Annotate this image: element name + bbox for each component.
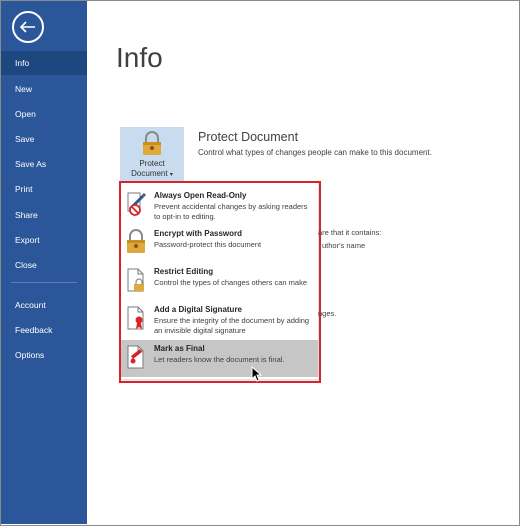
- menu-item-title: Always Open Read-Only: [154, 191, 247, 200]
- nav-save-as[interactable]: Save As: [1, 152, 87, 176]
- protect-label-line2: Document ▾: [131, 169, 173, 178]
- menu-item-title: Mark as Final: [154, 344, 205, 353]
- nav-feedback[interactable]: Feedback: [1, 318, 87, 342]
- back-arrow-icon: [20, 21, 35, 33]
- nav-options[interactable]: Options: [1, 343, 87, 367]
- page-title: Info: [116, 42, 163, 73]
- nav-save[interactable]: Save: [1, 127, 87, 151]
- menu-item-encrypt-with-password[interactable]: Encrypt with Password Password-protect t…: [121, 225, 318, 262]
- nav-print[interactable]: Print: [1, 177, 87, 201]
- menu-item-restrict-editing[interactable]: Restrict Editing Control the types of ch…: [121, 263, 318, 300]
- nav-account[interactable]: Account: [1, 293, 87, 317]
- read-only-icon: [127, 192, 147, 216]
- nav-divider: [11, 282, 77, 283]
- digital-signature-icon: [127, 306, 144, 330]
- nav-share[interactable]: Share: [1, 203, 87, 227]
- menu-item-mark-as-final[interactable]: Mark as Final Let readers know the docum…: [121, 340, 318, 377]
- mouse-cursor-icon: [251, 366, 263, 382]
- nav-info[interactable]: Info: [1, 51, 87, 75]
- menu-item-description: Prevent accidental changes by asking rea…: [154, 202, 308, 221]
- menu-item-always-open-read-only[interactable]: Always Open Read-Only Prevent accidental…: [121, 187, 318, 224]
- menu-item-title: Add a Digital Signature: [154, 305, 243, 314]
- nav-export[interactable]: Export: [1, 228, 87, 252]
- partial-text-1: are that it contains:: [318, 228, 382, 237]
- nav-close[interactable]: Close: [1, 253, 87, 277]
- protect-description: Control what types of changes people can…: [198, 148, 432, 157]
- dropdown-caret-icon: ▾: [169, 172, 173, 178]
- nav-open[interactable]: Open: [1, 102, 87, 126]
- back-button[interactable]: [12, 11, 44, 43]
- menu-item-description: Ensure the integrity of the document by …: [154, 316, 310, 335]
- menu-item-title: Encrypt with Password: [154, 229, 243, 238]
- backstage-sidebar: Info New Open Save Save As Print Share E…: [1, 1, 87, 524]
- protect-heading: Protect Document: [198, 130, 299, 144]
- mark-final-icon: [127, 345, 144, 369]
- partial-text-3: nges.: [318, 309, 337, 318]
- lock-key-icon: [127, 229, 145, 253]
- protect-document-menu: Always Open Read-Only Prevent accidental…: [121, 183, 318, 379]
- menu-item-description: Password-protect this document: [154, 240, 262, 249]
- lock-key-icon: [143, 131, 161, 155]
- protect-label-line1: Protect: [139, 159, 165, 168]
- menu-item-description: Let readers know the document is final.: [154, 355, 285, 364]
- partial-text-2: uthor's name: [322, 241, 366, 250]
- menu-item-description: Control the types of changes others can …: [154, 278, 308, 287]
- nav-new[interactable]: New: [1, 77, 87, 101]
- menu-item-add-digital-signature[interactable]: Add a Digital Signature Ensure the integ…: [121, 301, 318, 338]
- restrict-editing-icon: [127, 268, 144, 292]
- menu-item-title: Restrict Editing: [154, 267, 214, 276]
- protect-document-button[interactable]: Protect Document ▾: [120, 127, 184, 182]
